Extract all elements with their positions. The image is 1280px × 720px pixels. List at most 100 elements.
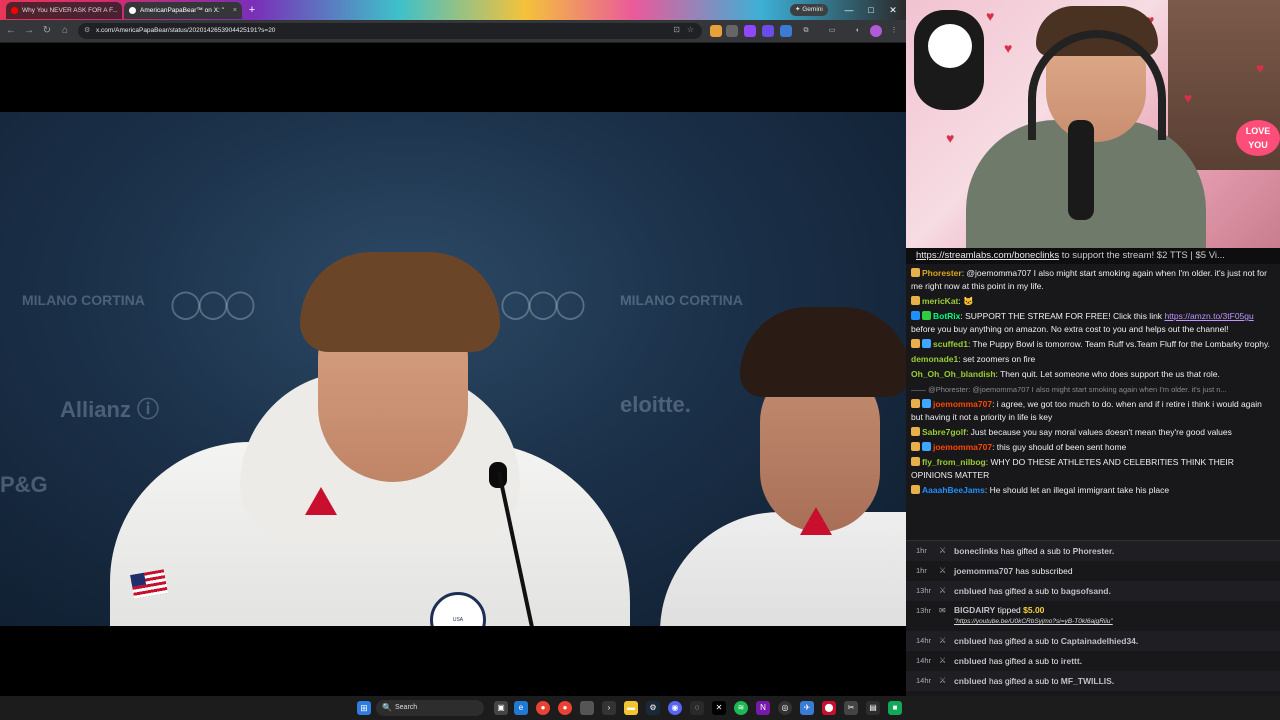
chat-username[interactable]: joemomma707 [933,442,992,452]
chat-username[interactable]: mericKat [922,296,958,306]
menu-kebab-icon[interactable]: ⋮ [888,25,900,37]
forward-icon[interactable]: → [22,24,36,38]
event-text: boneclinks has gifted a sub to Phorester… [954,541,1114,561]
back-icon[interactable]: ← [4,24,18,38]
chat-username[interactable]: Oh_Oh_Oh_blandish [911,369,996,379]
home-icon[interactable]: ⌂ [58,24,72,38]
athlete-left-hair [300,252,500,352]
url-text[interactable]: x.com/AmericaPapaBear/status/20201426539… [96,23,275,39]
chrome-icon[interactable]: ● [558,701,572,715]
heart-icon: ♥ [986,8,995,24]
chat-username[interactable]: Phorester [922,268,962,278]
obs-icon[interactable]: ◎ [778,701,792,715]
chat-username[interactable]: joemomma707 [933,399,992,409]
event-target[interactable]: bagsofsand. [1061,586,1111,596]
app-icon[interactable]: ■ [888,701,902,715]
youtube-favicon-icon [11,7,18,14]
reload-icon[interactable]: ↻ [40,24,54,38]
tab-label: AmericanPapaBear™ on X: " [140,7,224,14]
steam-icon[interactable]: ⚙ [646,701,660,715]
team-logo-icon [305,487,337,515]
windows-start-icon[interactable]: ⊞ [357,701,371,715]
tab-youtube[interactable]: Why You NEVER ASK FOR A F... × [6,2,122,19]
app-icon[interactable]: ✈ [800,701,814,715]
event-username[interactable]: cnblued [954,676,987,686]
chat-text: : 🐱 [958,296,974,306]
event-username[interactable]: cnblued [954,656,987,666]
gift-sub-icon: ⚔ [939,656,947,665]
profile-icon[interactable]: ◐ [852,25,864,37]
chat-badge-icon [922,339,931,348]
chat-badge-icon [911,296,920,305]
chat-username[interactable]: BotRix [933,311,960,321]
extension-icon[interactable] [762,25,774,37]
extension-icon[interactable] [780,25,792,37]
edge-icon[interactable]: e [514,701,528,715]
extension-icon[interactable] [710,25,722,37]
new-tab-button[interactable]: + [246,3,258,17]
chat-badge-icon [922,311,931,320]
chat-username[interactable]: Sabre7golf [922,427,966,437]
chat-message: BotRix: SUPPORT THE STREAM FOR FREE! Cli… [906,309,1280,337]
sub-event: 13hr ⚔ cnblued has gifted a sub to bagsofs… [906,581,1280,601]
browser-window: Why You NEVER ASK FOR A F... × AmericanP… [0,0,906,696]
event-username[interactable]: cnblued [954,636,987,646]
address-bar[interactable]: ⚙ x.com/AmericaPapaBear/status/202014265… [78,23,702,39]
close-window-button[interactable]: ✕ [884,3,902,17]
event-time: 14hr [916,656,932,665]
sponsor-logo-pg: P&G [0,472,48,497]
gift-sub-icon: ⚔ [939,586,947,595]
minimize-button[interactable]: — [840,3,858,17]
onenote-icon[interactable]: N [756,701,770,715]
maximize-button[interactable]: □ [862,3,880,17]
tab-close-icon[interactable]: × [233,7,237,14]
spotify-icon[interactable]: ≋ [734,701,748,715]
chat-ticker: https://streamlabs.com/boneclinks to sup… [906,248,1280,264]
folder-icon[interactable]: ▬ [624,701,638,715]
app-icon[interactable]: ▤ [866,701,880,715]
event-target[interactable]: Phorester. [1073,546,1115,556]
video-player[interactable]: Allianz ⓘ P&G eloitte. ◯◯◯ ◯◯◯ MILANO CO… [0,112,906,626]
extension-icon[interactable] [726,25,738,37]
extensions-puzzle-icon[interactable]: ⧉ [800,25,812,37]
twitch-extension-icon[interactable] [744,25,756,37]
x-app-icon[interactable]: ✕ [712,701,726,715]
event-username[interactable]: boneclinks [954,546,998,556]
site-info-icon[interactable]: ⚙ [84,27,92,35]
gemini-button[interactable]: ✦ Gemini [790,4,828,16]
heart-icon: ♥ [1184,90,1193,106]
taskbar-search[interactable]: 🔍 Search [376,700,484,716]
app-icon[interactable] [580,701,594,715]
chrome-icon[interactable]: ● [536,701,550,715]
event-action: has subscribed [1013,566,1073,576]
chat-username[interactable]: AaaahBeeJams [922,485,985,495]
app-icon[interactable]: ◌ [690,701,704,715]
tip-event: 13hr ✉ BIGDAIRY tipped $5.00 "https://youtu… [906,601,1280,631]
event-text: cnblued has gifted a sub to Captainadelh… [954,631,1138,651]
install-icon[interactable]: ⊡ [673,25,680,34]
map-pin-icon[interactable]: ⬤ [822,701,836,715]
chat-badge-icon [922,399,931,408]
tab-x-post[interactable]: AmericanPapaBear™ on X: " × [124,2,242,19]
olympic-rings-icon: ◯◯◯ [500,288,586,319]
chat-message: fly_from_nilbog: WHY DO THESE ATHLETES A… [906,455,1280,483]
bookmark-star-icon[interactable]: ☆ [687,25,694,34]
event-username[interactable]: cnblued [954,586,987,596]
chat-username[interactable]: demonade1 [911,354,958,364]
chat-username[interactable]: fly_from_nilbog [922,457,986,467]
streamlabs-link[interactable]: https://streamlabs.com/boneclinks [916,250,1059,261]
chat-username[interactable]: scuffed1 [933,339,968,349]
event-target[interactable]: irettt. [1061,656,1082,666]
terminal-icon[interactable]: › [602,701,616,715]
tip-link[interactable]: "https://youtube.be/U0kCRbSyjmo?si=yB-T0… [954,616,1113,628]
event-target[interactable]: MF_TWILLIS. [1061,676,1114,686]
sidebar-icon[interactable]: ▭ [826,25,838,37]
avatar[interactable] [870,25,882,37]
event-username[interactable]: joemomma707 [954,566,1013,576]
discord-icon[interactable]: ◉ [668,701,682,715]
task-view-icon[interactable]: ▣ [494,701,508,715]
event-target[interactable]: Captainadelhied34. [1061,636,1138,646]
snipping-tool-icon[interactable]: ✂ [844,701,858,715]
event-username[interactable]: BIGDAIRY [954,605,995,615]
chat-link[interactable]: https://amzn.to/3tF05gu [1164,311,1253,321]
